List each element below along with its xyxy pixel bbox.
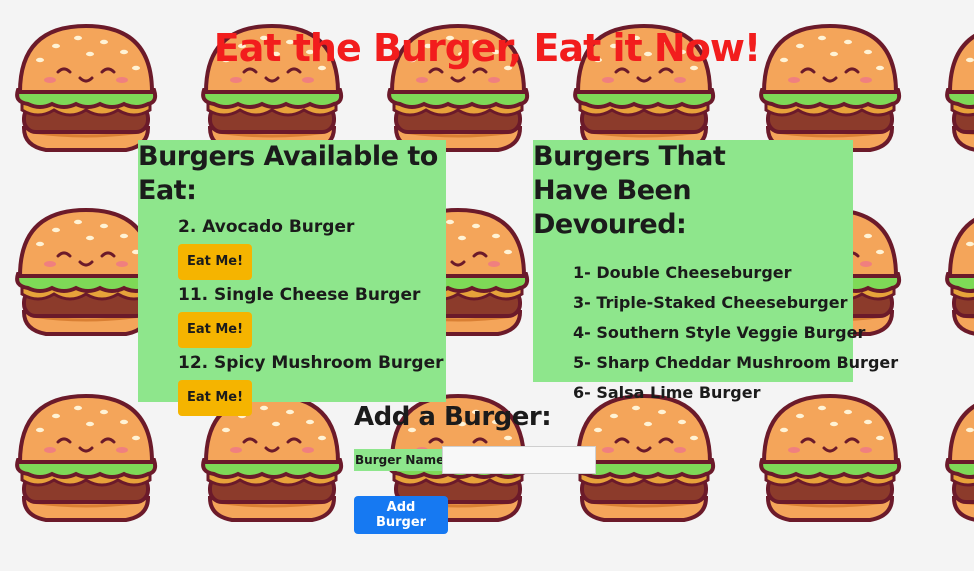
burger-icon xyxy=(945,394,974,522)
burger-icon xyxy=(759,394,902,522)
eat-me-button[interactable]: Eat Me! xyxy=(178,312,252,348)
list-item: 11. Single Cheese Burger Eat Me! xyxy=(178,284,446,352)
burger-icon xyxy=(945,208,974,336)
add-burger-button[interactable]: Add Burger xyxy=(354,496,448,534)
devoured-list: 1- Double Cheeseburger 3- Triple-Staked … xyxy=(573,258,899,408)
eat-me-button[interactable]: Eat Me! xyxy=(178,244,252,280)
eat-me-button[interactable]: Eat Me! xyxy=(178,380,252,416)
list-item: 6- Salsa Lime Burger xyxy=(573,383,761,402)
available-heading: Burgers Available to Eat: xyxy=(138,141,438,206)
list-item: 2. Avocado Burger Eat Me! xyxy=(178,216,446,284)
burger-name: 12. Spicy Mushroom Burger xyxy=(178,353,444,373)
burger-icon xyxy=(15,208,158,336)
page-title: Eat the Burger, Eat it Now! xyxy=(213,26,762,70)
devoured-burgers-panel: Burgers That Have Been Devoured: 1- Doub… xyxy=(533,140,898,402)
list-item: 3- Triple-Staked Cheeseburger xyxy=(573,293,848,312)
list-item: 1- Double Cheeseburger xyxy=(573,263,792,282)
burger-name-label: Burger Name: xyxy=(354,449,453,471)
list-item: 5- Sharp Cheddar Mushroom Burger xyxy=(573,353,899,372)
burger-name: 11. Single Cheese Burger xyxy=(178,285,421,305)
available-list: 2. Avocado Burger Eat Me! 11. Single Che… xyxy=(178,216,446,420)
devoured-heading: Burgers That Have Been Devoured: xyxy=(533,141,726,240)
available-burgers-panel: Burgers Available to Eat: 2. Avocado Bur… xyxy=(138,140,446,416)
list-item: 4- Southern Style Veggie Burger xyxy=(573,323,866,342)
burger-name: 2. Avocado Burger xyxy=(178,217,355,237)
burger-icon xyxy=(15,394,158,522)
add-burger-heading: Add a Burger: xyxy=(354,402,552,432)
burger-name-input[interactable] xyxy=(442,446,596,474)
